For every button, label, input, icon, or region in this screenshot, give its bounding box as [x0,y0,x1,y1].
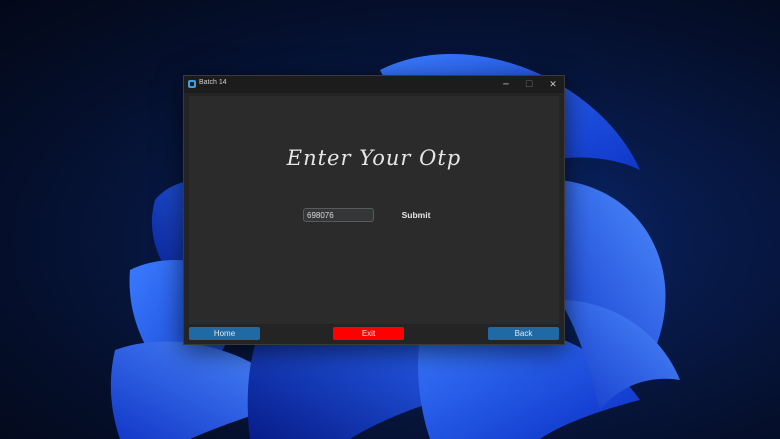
home-button[interactable]: Home [189,327,260,340]
app-logo-icon [188,80,196,88]
window-title: Batch 14 [199,79,227,86]
app-window: Batch 14 ─ ☐ ✕ Enter Your Otp Submit Hom… [183,75,565,345]
title-bar: Batch 14 ─ ☐ ✕ [184,76,564,93]
otp-input[interactable] [303,208,374,222]
maximize-button[interactable]: ☐ [518,76,540,93]
maximize-icon: ☐ [524,79,534,90]
exit-button[interactable]: Exit [333,327,404,340]
close-button[interactable]: ✕ [542,76,564,93]
desktop: Batch 14 ─ ☐ ✕ Enter Your Otp Submit Hom… [0,0,780,439]
submit-button[interactable]: Submit [396,208,436,222]
back-button[interactable]: Back [488,327,559,340]
minimize-button[interactable]: ─ [495,76,517,93]
close-icon: ✕ [549,79,557,90]
footer-bar: Home Exit Back [184,325,564,344]
main-panel: Enter Your Otp Submit [189,96,559,324]
minimize-icon: ─ [503,79,509,90]
page-title: Enter Your Otp [286,146,462,170]
